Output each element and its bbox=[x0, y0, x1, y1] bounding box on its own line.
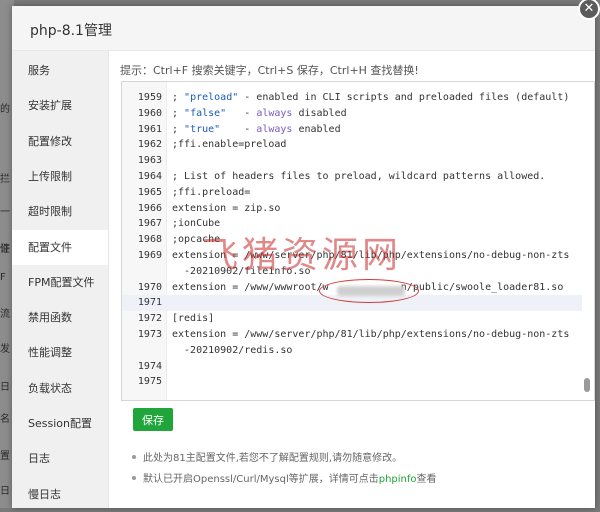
line-number: 1970 bbox=[137, 281, 162, 293]
code-line[interactable]: 1959 ; "preload" - enabled in CLI scripts… bbox=[122, 90, 582, 106]
code-line[interactable]: 1969 extension = /www/server/php/81/lib/p… bbox=[122, 248, 582, 264]
line-code: ;opcache bbox=[172, 234, 221, 246]
sidebar-item[interactable]: FPM配置文件 bbox=[12, 265, 108, 300]
line-code: extension = /www/server/php/81/lib/php/e… bbox=[172, 250, 570, 261]
background-text-fragment: 的 bbox=[0, 104, 10, 115]
code-line[interactable]: 1962 ;ffi.enable=preload bbox=[122, 137, 582, 153]
sidebar-item[interactable]: 上传限制 bbox=[12, 159, 108, 194]
line-number: 1963 bbox=[137, 155, 162, 167]
code-line[interactable]: 1973 extension = /www/server/php/81/lib/p… bbox=[122, 327, 582, 343]
line-code: ;ionCube bbox=[172, 218, 221, 230]
line-number: 1973 bbox=[137, 329, 162, 340]
line-number: 1959 bbox=[137, 92, 162, 103]
line-code: ; "preload" - enabled in CLI scripts and… bbox=[172, 92, 570, 103]
line-number: 1965 bbox=[137, 186, 162, 198]
config-code-editor[interactable]: 1959 ; "preload" - enabled in CLI scripts… bbox=[121, 81, 595, 401]
line-code: ; List of headers files to preload, wild… bbox=[172, 171, 546, 182]
code-line[interactable]: 1967 ;ionCube bbox=[122, 216, 582, 232]
background-text-fragment: F bbox=[0, 272, 6, 283]
sidebar-item[interactable]: 日志 bbox=[12, 441, 108, 476]
dialog-title: php-8.1管理 bbox=[30, 23, 112, 39]
note-text-suffix: 查看 bbox=[416, 474, 437, 485]
sidebar-item[interactable]: Session配置 bbox=[12, 406, 108, 441]
line-code: [redis] bbox=[172, 313, 215, 325]
sidebar-item[interactable]: 配置文件 bbox=[12, 229, 108, 265]
code-line[interactable]: 1960 ; "false" - always disabled bbox=[122, 106, 582, 122]
note-text-config: 此处为81主配置文件,若您不了解配置规则,请勿随意修改。 bbox=[143, 453, 403, 464]
note-item: 默认已开启Openssl/Curl/Mysql等扩展，详情可点击phpinfo查… bbox=[131, 470, 437, 491]
line-number: 1974 bbox=[137, 360, 162, 372]
code-line[interactable]: 1966 extension = zip.so bbox=[122, 201, 582, 217]
background-text-fragment: 发 bbox=[0, 344, 10, 355]
redacted-path-blur bbox=[337, 286, 405, 296]
sidebar-item[interactable]: 慢日志 bbox=[12, 477, 108, 512]
line-code: ; "false" - always disabled bbox=[172, 107, 347, 119]
code-line[interactable]: 1965 ;ffi.preload= bbox=[122, 185, 582, 201]
line-number: 1960 bbox=[137, 107, 162, 119]
notes-list: 此处为81主配置文件,若您不了解配置规则,请勿随意修改。 默认已开启Openss… bbox=[131, 449, 437, 491]
save-button[interactable]: 保存 bbox=[133, 408, 173, 431]
background-text-fragment: 证 bbox=[0, 244, 10, 255]
phpinfo-link[interactable]: phpinfo bbox=[379, 474, 417, 485]
line-number: 1967 bbox=[137, 218, 162, 230]
line-code: -20210902/fileinfo.so bbox=[172, 265, 311, 277]
line-number: 1975 bbox=[137, 376, 162, 388]
background-text-fragment: 日 bbox=[0, 486, 10, 497]
background-text-fragment: 一 bbox=[0, 207, 10, 218]
sidebar-menu: 服务 安装扩展 配置修改 上传限制 超时限制 配置文件 FPM配置文件 禁用函数 性能调整 负载状… bbox=[12, 51, 109, 508]
code-line[interactable]: 1974 bbox=[122, 359, 582, 375]
line-code: ;ffi.enable=preload bbox=[172, 139, 287, 151]
line-number: 1971 bbox=[137, 297, 162, 309]
line-code: ; "true" - always enabled bbox=[172, 123, 341, 135]
code-line[interactable]: 1961 ; "true" - always enabled bbox=[122, 122, 582, 138]
note-item: 此处为81主配置文件,若您不了解配置规则,请勿随意修改。 bbox=[131, 449, 437, 470]
code-line[interactable]: -20210902/fileinfo.so bbox=[122, 264, 582, 280]
code-line[interactable]: 1968 ;opcache bbox=[122, 232, 582, 248]
line-number: 1961 bbox=[137, 123, 162, 135]
sidebar-item[interactable]: 超时限制 bbox=[12, 194, 108, 229]
background-text-fragment: 名 bbox=[0, 414, 10, 425]
php-manager-dialog: php-8.1管理 服务 安装扩展 配置修改 上传限制 超时限制 配置文件 FPM配置文件禁… bbox=[12, 6, 595, 508]
close-icon[interactable]: ✕ bbox=[578, 0, 600, 20]
background-text-fragment: 置 bbox=[0, 451, 10, 462]
line-number: 1968 bbox=[137, 234, 162, 246]
line-code: extension = /www/server/php/81/lib/php/e… bbox=[172, 329, 570, 340]
line-code: ;ffi.preload= bbox=[172, 186, 251, 198]
code-line[interactable]: 1972 [redis] bbox=[122, 311, 582, 327]
line-number: 1972 bbox=[137, 313, 162, 325]
code-line[interactable]: -20210902/redis.so bbox=[122, 343, 582, 359]
line-number: 1966 bbox=[137, 202, 162, 214]
code-line[interactable]: 1975 bbox=[122, 374, 582, 390]
line-number: 1964 bbox=[137, 171, 162, 182]
background-text-fragment: 日 bbox=[0, 382, 10, 393]
sidebar-item[interactable]: 服务 bbox=[12, 53, 108, 88]
code-line[interactable]: 1964 ; List of headers files to preload, … bbox=[122, 169, 582, 185]
editor-shortcut-hint: 提示：Ctrl+F 搜索关键字，Ctrl+S 保存，Ctrl+H 查找替换! bbox=[120, 64, 419, 77]
code-line[interactable]: 1963 bbox=[122, 153, 582, 169]
sidebar-item[interactable]: 负载状态 bbox=[12, 371, 108, 406]
sidebar-item[interactable]: 性能调整 bbox=[12, 335, 108, 370]
editor-scrollbar-thumb[interactable] bbox=[584, 378, 590, 392]
line-code: extension = zip.so bbox=[172, 202, 281, 214]
sidebar-item[interactable]: 配置修改 bbox=[12, 124, 108, 159]
sidebar-item[interactable]: 禁用函数 bbox=[12, 300, 108, 335]
background-text-fragment: 流 bbox=[0, 309, 10, 320]
code-line[interactable]: 1971 bbox=[122, 295, 582, 312]
note-text-extensions: 默认已开启Openssl/Curl/Mysql等扩展，详情可点击 bbox=[143, 474, 379, 485]
dialog-header: php-8.1管理 bbox=[12, 6, 595, 51]
sidebar-item[interactable]: 安装扩展 bbox=[12, 88, 108, 123]
background-text-fragment: 拦 bbox=[0, 174, 10, 185]
line-number: 1962 bbox=[137, 139, 162, 151]
line-number: 1969 bbox=[137, 250, 162, 261]
line-code: -20210902/redis.so bbox=[172, 344, 293, 356]
